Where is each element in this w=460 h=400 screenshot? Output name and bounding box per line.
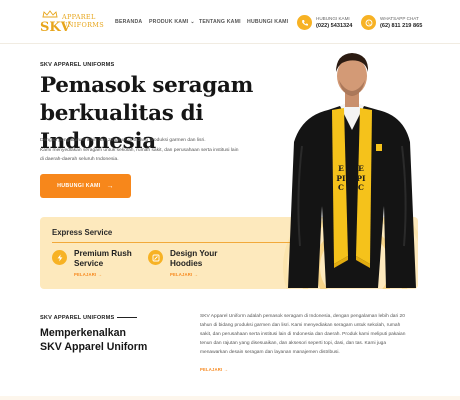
contact-whatsapp-value: (62) 811 219 865 <box>380 23 423 29</box>
hero-title-line-1: Pemasok seragam <box>40 73 254 98</box>
page-background: SKV APPAREL UNIFORMS BERANDA PRODUK KAMI… <box>0 0 460 400</box>
nav-beranda[interactable]: BERANDA <box>115 19 142 25</box>
arrow-right-icon: → <box>97 272 103 277</box>
eyebrow-underline <box>117 317 138 319</box>
crown-icon <box>42 10 58 18</box>
about-text-line: tahun di bidang produksi garmen dan lisr… <box>200 322 401 328</box>
express-service-title: Express Service <box>52 228 113 237</box>
about-text-line: sakit, dan perusahaan serta institusi la… <box>200 331 406 337</box>
hero-model-image <box>288 53 416 288</box>
service-premium-rush: Premium Rush Service PELAJARI → <box>52 249 142 280</box>
about-eyebrow-text: SKV APPAREL UNIFORMS <box>40 315 115 321</box>
hero-desc-line-1: Dengan pengalaman lebih dari 20 tahun di… <box>40 138 206 143</box>
logo-wordmark: APPAREL UNIFORMS <box>62 13 104 29</box>
hero-eyebrow: SKV APPAREL UNIFORMS <box>40 62 115 68</box>
arrow-right-icon: → <box>106 182 114 190</box>
about-link-pelajari[interactable]: PELAJARI → <box>200 367 228 372</box>
nav-tentang-kami[interactable]: TENTANG KAMI <box>199 19 241 25</box>
nav-produk-kami[interactable]: PRODUK KAMI ⌄ <box>149 19 195 25</box>
chevron-down-icon: ⌄ <box>190 19 195 25</box>
hubungi-kami-button[interactable]: HUBUNGI KAMI → <box>40 174 131 198</box>
about-eyebrow: SKV APPAREL UNIFORMS <box>40 315 138 321</box>
hero-desc-line-3: di daerah-daerah seluruh Indonesia. <box>40 157 119 162</box>
landing-page: SKV APPAREL UNIFORMS BERANDA PRODUK KAMI… <box>0 0 460 396</box>
arrow-right-icon: → <box>223 367 229 372</box>
about-text-line: SKV Apparel Uniform adalah pemasok serag… <box>200 314 405 319</box>
contact-phone-value: (022) 5431324 <box>316 23 353 29</box>
brand-logo[interactable]: SKV APPAREL UNIFORMS <box>40 10 104 36</box>
arrow-right-icon: → <box>193 272 199 277</box>
about-title-line-2: SKV Apparel Uniform <box>40 340 148 353</box>
hubungi-kami-label: HUBUNGI KAMI <box>57 183 101 189</box>
nav-hubungi-kami[interactable]: HUBUNGI KAMI <box>247 19 288 25</box>
design-icon <box>148 250 163 265</box>
service-link-pelajari[interactable]: PELAJARI → <box>74 272 102 277</box>
about-title-line-1: Memperkenalkan <box>40 327 126 339</box>
service-link-label: PELAJARI <box>170 272 193 277</box>
logo-line-1: APPAREL <box>62 13 96 21</box>
contact-phone-label: HUBUNGI KAMI <box>316 16 350 21</box>
hero-description: Dengan pengalaman lebih dari 20 tahun di… <box>40 136 270 165</box>
contact-phone[interactable]: HUBUNGI KAMI (022) 5431324 <box>297 13 367 33</box>
service-name: Design Your Hoodies <box>170 249 218 268</box>
service-link-pelajari[interactable]: PELAJARI → <box>170 272 198 277</box>
contact-whatsapp-label: WHATSAPP CHAT <box>380 16 419 21</box>
stole-left-text: EPIC <box>336 164 346 192</box>
bolt-icon <box>52 250 67 265</box>
contact-whatsapp[interactable]: WHATSAPP CHAT (62) 811 219 865 <box>361 13 436 33</box>
about-text: SKV Apparel Uniform adalah pemasok serag… <box>200 313 422 358</box>
site-header: SKV APPAREL UNIFORMS BERANDA PRODUK KAMI… <box>0 0 460 44</box>
logo-line-2: UNIFORMS <box>62 21 104 29</box>
about-title: Memperkenalkan SKV Apparel Uniform <box>40 327 200 354</box>
about-text-line: tenun dan rajutan yang disesuaikan, dan … <box>200 340 387 346</box>
hero-desc-line-2: Kami menyediakan seragam untuk sekolah, … <box>40 147 239 153</box>
service-link-label: PELAJARI <box>74 272 97 277</box>
whatsapp-icon <box>361 15 376 30</box>
service-name: Premium Rush Service <box>74 249 132 268</box>
about-link-label: PELAJARI <box>200 367 223 372</box>
divider <box>52 242 312 243</box>
about-text-line: menawarkan desain seragam dan layanan ma… <box>200 349 340 355</box>
stole-right-text: EPIC <box>356 164 366 192</box>
phone-icon <box>297 15 312 30</box>
nav-produk-label: PRODUK KAMI <box>149 19 189 25</box>
service-design-hoodies: Design Your Hoodies PELAJARI → <box>148 249 238 280</box>
